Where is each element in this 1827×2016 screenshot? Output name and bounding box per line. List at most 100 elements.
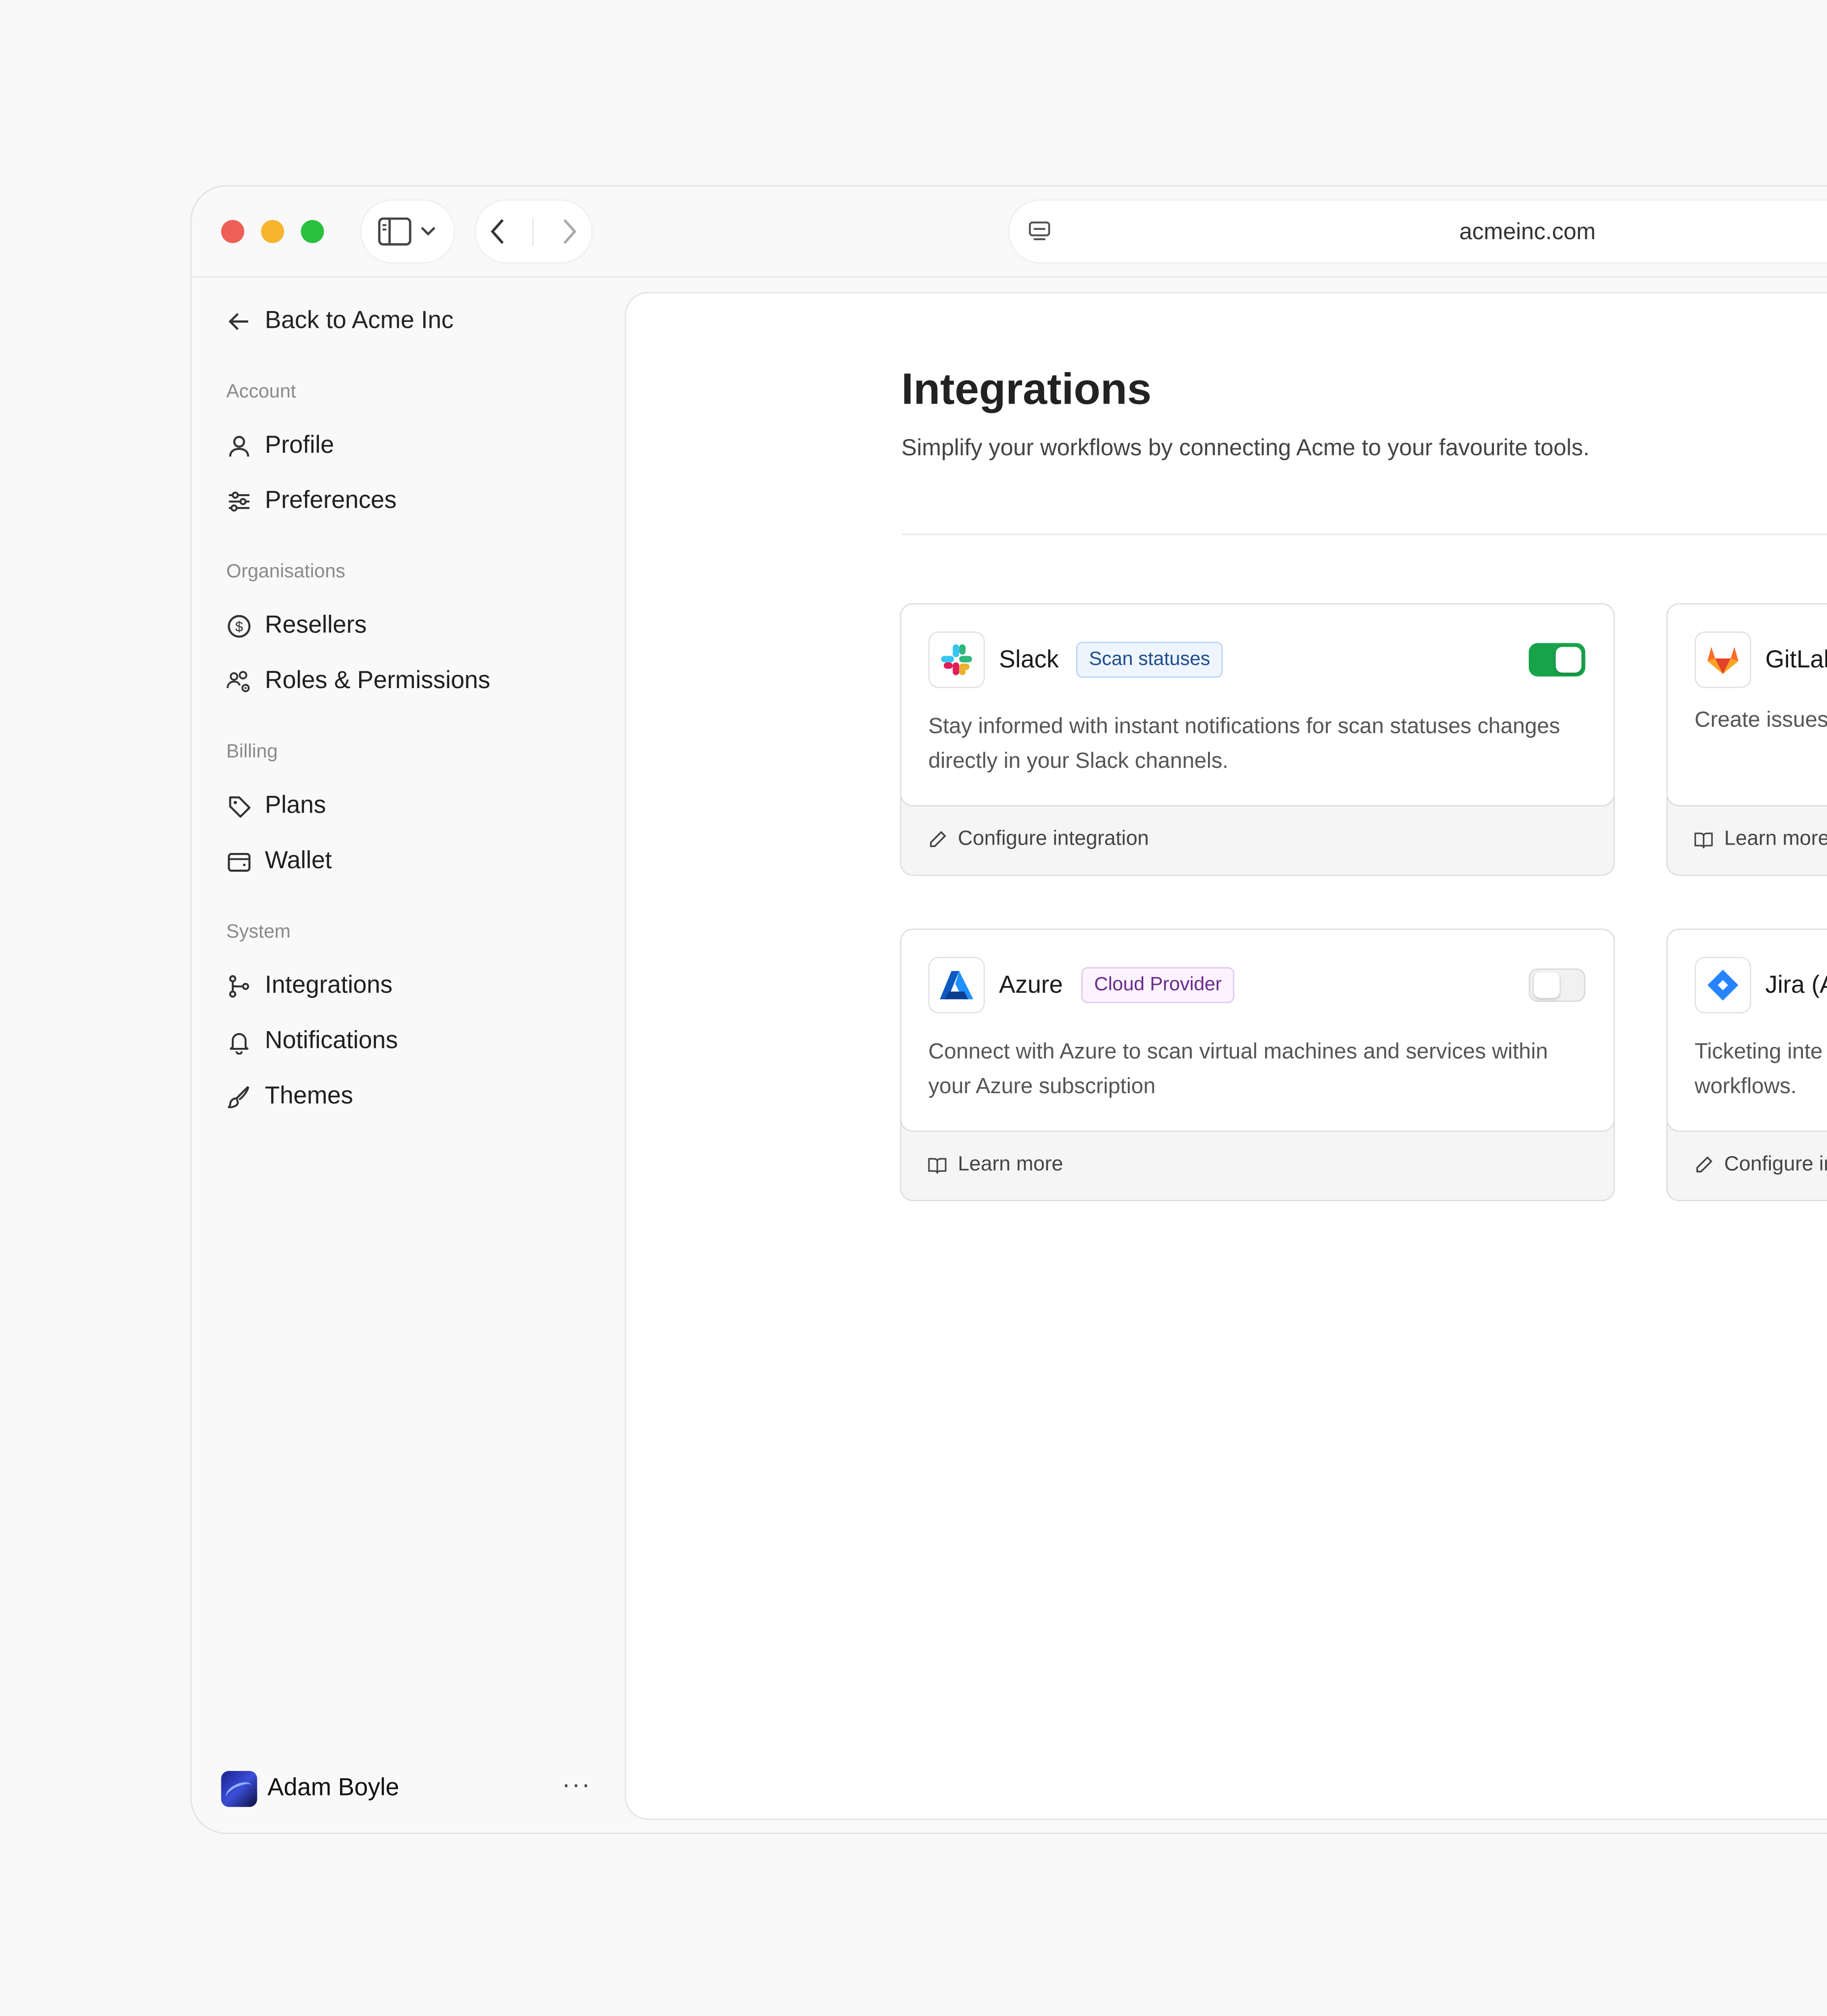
book-icon <box>928 1158 947 1174</box>
browser-window: acmeinc.com Back to Acme Inc Account Pro… <box>190 185 1827 1834</box>
user-profile-button[interactable]: Adam Boyle <box>221 1771 399 1807</box>
back-icon[interactable] <box>489 218 507 246</box>
users-gear-icon <box>226 671 250 693</box>
sliders-icon <box>229 491 249 512</box>
user-icon <box>229 436 249 457</box>
section-label-account: Account <box>226 380 296 403</box>
sidebar-item-wallet[interactable]: Wallet <box>226 848 332 876</box>
address-bar[interactable]: acmeinc.com <box>1009 200 1827 263</box>
bell-icon <box>230 1033 248 1055</box>
section-label-system: System <box>226 920 291 943</box>
browser-toolbar: acmeinc.com <box>191 187 1827 278</box>
user-name: Adam Boyle <box>267 1774 400 1802</box>
sidebar-item-label: Profile <box>265 432 335 459</box>
sidebar-item-preferences[interactable]: Preferences <box>226 487 397 515</box>
card-body: Slack Scan statuses Stay informed with i… <box>901 604 1614 807</box>
git-branch-icon <box>229 975 249 998</box>
learn-more-button[interactable]: Learn more <box>927 1154 1063 1177</box>
pencil-icon <box>930 831 946 848</box>
azure-logo <box>928 957 985 1014</box>
slack-icon <box>941 644 972 675</box>
sidebar-item-integrations[interactable]: Integrations <box>226 972 393 1000</box>
sidebar-item-notifications[interactable]: Notifications <box>226 1028 398 1056</box>
jira-logo <box>1694 957 1751 1014</box>
pencil-icon <box>1696 1157 1712 1173</box>
back-label: Back to Acme Inc <box>265 307 454 335</box>
sidebar-item-themes[interactable]: Themes <box>226 1083 353 1111</box>
brush-icon <box>228 1086 249 1108</box>
minimize-window-button[interactable] <box>261 220 284 243</box>
section-label-billing: Billing <box>226 741 278 763</box>
integration-card-jira: Jira (A Ticketing inte workflows. Config… <box>1666 928 1827 1201</box>
dollar-circle-icon: $ <box>228 615 251 638</box>
integration-toggle[interactable] <box>1528 968 1585 1002</box>
page-settings-icon[interactable] <box>1027 219 1053 244</box>
integration-card-slack: Slack Scan statuses Stay informed with i… <box>900 603 1615 876</box>
sidebar-item-label: Roles & Permissions <box>265 667 491 695</box>
sidebar-item-profile[interactable]: Profile <box>226 432 334 460</box>
sidebar-item-label: Notifications <box>265 1027 398 1055</box>
sidebar-item-label: Integrations <box>265 972 393 1000</box>
card-body: Jira (A Ticketing inte workflows. <box>1668 930 1827 1132</box>
section-label-organisations: Organisations <box>226 561 345 583</box>
card-description: Create issues <box>1694 707 1827 732</box>
sidebar-item-plans[interactable]: Plans <box>226 792 326 820</box>
card-body: GitLab Create issues <box>1668 604 1827 807</box>
integration-card-azure: Azure Cloud Provider Connect with Azure … <box>900 928 1615 1201</box>
svg-text:$: $ <box>235 619 243 635</box>
sidebar-item-label: Preferences <box>265 487 397 515</box>
integration-card-gitlab: GitLab Create issues Learn more <box>1666 603 1827 876</box>
card-description: Ticketing inte workflows. <box>1694 1039 1823 1099</box>
toggle-knob <box>1534 972 1560 998</box>
learn-more-button[interactable]: Learn more <box>1693 828 1827 851</box>
back-to-org-link[interactable]: Back to Acme Inc <box>226 308 454 336</box>
card-action-label: Learn more <box>958 1153 1063 1176</box>
arrow-left-icon <box>228 313 248 330</box>
card-body: Azure Cloud Provider Connect with Azure … <box>901 930 1614 1132</box>
more-options-icon[interactable]: ··· <box>562 1771 591 1800</box>
card-action-label: Learn more <box>1724 828 1827 850</box>
card-action-label: Configure integration <box>958 828 1149 850</box>
sidebar-item-resellers[interactable]: $ Resellers <box>226 612 367 640</box>
close-window-button[interactable] <box>221 220 245 243</box>
divider <box>901 534 1827 536</box>
gitlab-icon <box>1707 647 1738 674</box>
status-badge: Scan statuses <box>1076 641 1223 678</box>
history-nav <box>475 200 591 263</box>
card-title: GitLab <box>1765 647 1827 674</box>
sidebar-item-label: Resellers <box>265 612 367 639</box>
page-title: Integrations <box>901 365 1152 414</box>
azure-icon <box>940 971 974 1000</box>
sidebar-item-label: Plans <box>265 792 326 819</box>
page-subtitle: Simplify your workflows by connecting Ac… <box>901 435 1590 461</box>
jira-icon <box>1707 970 1738 1001</box>
toggle-knob <box>1555 647 1581 673</box>
card-title: Azure <box>999 972 1063 1000</box>
sidebar-item-label: Themes <box>265 1083 353 1110</box>
settings-sidebar: Back to Acme Inc Account Profile Prefere… <box>191 279 625 1833</box>
sidebar-icon <box>378 217 411 246</box>
sidebar-item-label: Wallet <box>265 847 332 875</box>
chevron-down-icon <box>421 226 435 236</box>
maximize-window-button[interactable] <box>301 220 324 243</box>
card-title: Jira (A <box>1765 972 1827 1000</box>
main-content: Integrations Simplify your workflows by … <box>624 292 1827 1820</box>
wallet-icon <box>228 852 251 872</box>
url-text: acmeinc.com <box>1459 219 1596 245</box>
forward-icon[interactable] <box>560 218 579 246</box>
sidebar-toggle-button[interactable] <box>361 200 454 263</box>
integration-toggle[interactable] <box>1528 643 1585 677</box>
sidebar-item-roles-permissions[interactable]: Roles & Permissions <box>226 667 490 695</box>
book-icon <box>1694 832 1713 849</box>
slack-logo <box>928 631 985 688</box>
card-title: Slack <box>999 647 1059 674</box>
card-description: Stay informed with instant notifications… <box>928 714 1560 773</box>
tag-icon <box>229 796 251 818</box>
gitlab-logo <box>1694 631 1751 688</box>
card-action-label: Configure in <box>1724 1153 1827 1176</box>
configure-integration-button[interactable]: Configure integration <box>927 828 1149 851</box>
configure-integration-button[interactable]: Configure in <box>1693 1154 1827 1177</box>
nav-divider <box>533 217 534 246</box>
card-description: Connect with Azure to scan virtual machi… <box>928 1039 1548 1099</box>
avatar <box>221 1771 257 1807</box>
